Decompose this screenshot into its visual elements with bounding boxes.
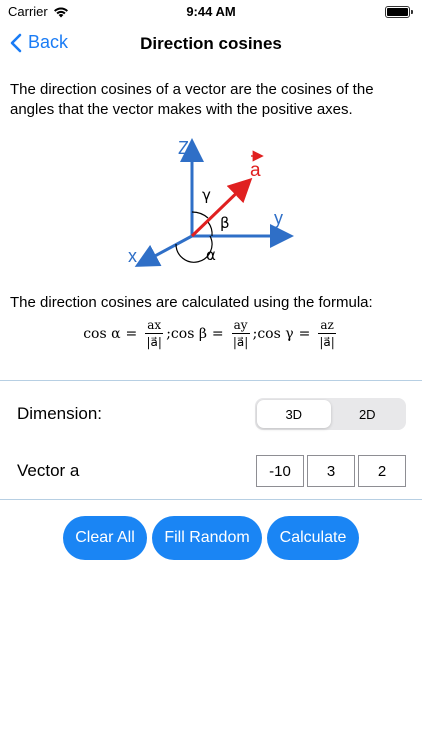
denominator-a: |a⃗|: [319, 335, 335, 349]
direction-cosines-diagram: Z y x a γ β α: [128, 138, 294, 267]
y-axis-label: y: [274, 208, 283, 228]
fill-random-button[interactable]: Fill Random: [152, 516, 262, 560]
fraction-y: ay |a⃗|: [231, 318, 250, 349]
formula-label: The direction cosines are calculated usi…: [10, 294, 373, 311]
vector-z-field[interactable]: [358, 455, 406, 487]
dimension-option-3d[interactable]: 3D: [257, 400, 331, 428]
cos-beta: cos β: [170, 325, 207, 342]
intro-text: The direction cosines of a vector are th…: [10, 81, 374, 118]
beta-arc: [207, 221, 213, 237]
dimension-segmented-control: 3D 2D: [255, 398, 406, 430]
numerator-az: az: [318, 318, 336, 334]
divider-top: [0, 380, 422, 381]
divider-bottom: [0, 499, 422, 500]
gamma-arc: [191, 211, 209, 219]
dimension-option-2d[interactable]: 2D: [331, 400, 405, 428]
numerator-ax: ax: [145, 318, 164, 334]
denominator-a: |a⃗|: [146, 335, 162, 349]
vector-x-field[interactable]: [256, 455, 304, 487]
vector-label: Vector a: [17, 461, 80, 480]
status-time: 9:44 AM: [186, 4, 236, 19]
fraction-x: ax |a⃗|: [145, 318, 164, 349]
direction-cosine-formula: cos α = ax |a⃗| ; cos β = ay |a⃗| ; cos …: [83, 318, 336, 349]
denominator-a: |a⃗|: [232, 335, 249, 349]
beta-label: β: [220, 214, 230, 232]
vector-a-label: a: [250, 160, 261, 181]
alpha-label: α: [206, 246, 216, 264]
x-axis-label: x: [128, 246, 137, 266]
dimension-label: Dimension:: [17, 404, 103, 423]
z-axis-label: Z: [178, 138, 189, 158]
status-bar: Carrier 9:44 AM: [0, 0, 422, 24]
page-title: Direction cosines: [140, 34, 282, 53]
battery-icon: [385, 6, 413, 18]
cos-alpha: cos α: [83, 325, 121, 342]
numerator-ay: ay: [231, 318, 250, 334]
vector-y-field[interactable]: [307, 455, 355, 487]
calculate-button[interactable]: Calculate: [267, 516, 359, 560]
fraction-z: az |a⃗|: [318, 318, 336, 349]
clear-all-button[interactable]: Clear All: [63, 516, 147, 560]
cos-gamma: cos γ: [257, 325, 294, 342]
gamma-label: γ: [202, 186, 211, 204]
nav-bar: Back Direction cosines: [0, 24, 422, 64]
